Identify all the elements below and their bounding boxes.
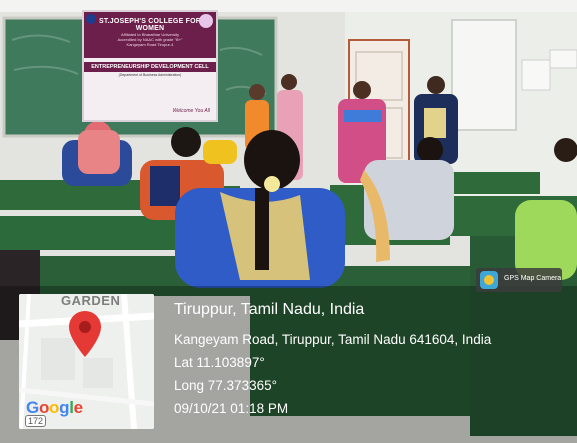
banner-cell-name: ENTREPRENEURSHIP DEVELOPMENT CELL (84, 62, 216, 72)
window (451, 19, 517, 131)
banner-dept: (Department of Business Administration) (118, 73, 182, 77)
cell-logo-icon (199, 14, 213, 28)
location-latitude: Lat 11.103897° (174, 355, 265, 370)
location-longitude: Long 77.373365° (174, 378, 277, 393)
banner-title: ST.JOSEPH'S COLLEGE FOR WOMEN (99, 18, 201, 32)
gps-camera-app-icon (480, 271, 498, 289)
map-pin-icon (69, 311, 101, 357)
yellow-bag (203, 140, 237, 164)
gps-app-label: GPS Map Camera (504, 275, 562, 282)
map-thumbnail: GARDEN Google 172 (19, 294, 154, 429)
college-banner: ST.JOSEPH'S COLLEGE FOR WOMEN Affiliated… (82, 10, 218, 122)
college-logo-icon (86, 14, 96, 24)
banner-welcome: Welcome You All (172, 108, 210, 114)
banner-line-3: Kangeyam Road Tirupur-4 (126, 42, 174, 47)
road-shield: 172 (25, 415, 47, 427)
gps-map-camera-tag: GPS Map Camera (476, 268, 562, 292)
location-title: Tiruppur, Tamil Nadu, India (174, 301, 365, 318)
location-datetime: 09/10/21 01:18 PM (174, 401, 289, 416)
location-address: Kangeyam Road, Tiruppur, Tamil Nadu 6416… (174, 332, 492, 347)
map-area-label: GARDEN (61, 294, 121, 308)
